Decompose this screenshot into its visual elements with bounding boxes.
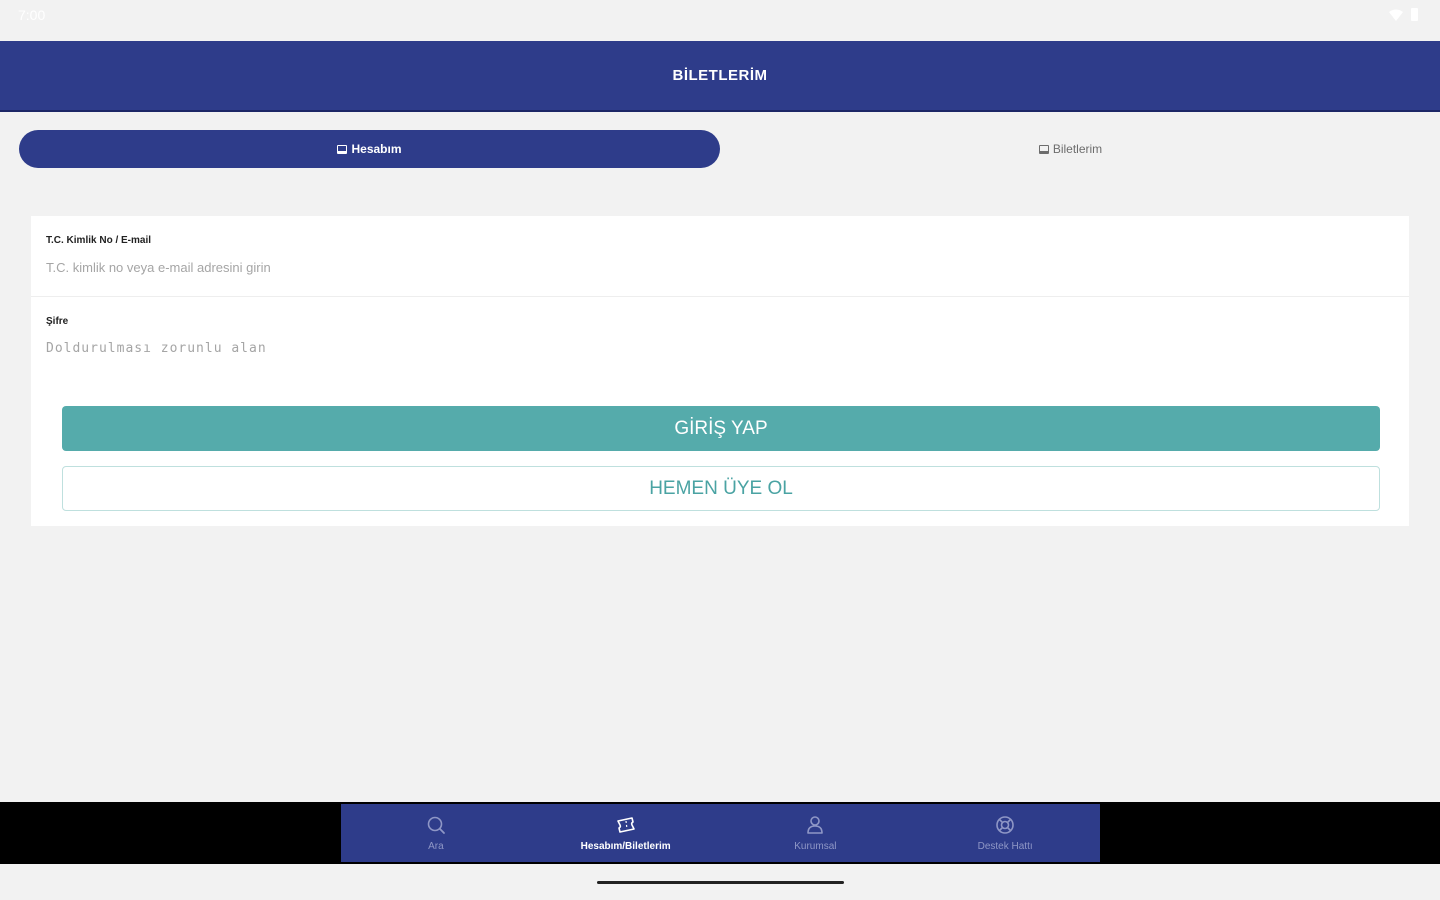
- tab-biletlerim[interactable]: Biletlerim: [720, 130, 1421, 168]
- password-input[interactable]: [46, 337, 1386, 359]
- gesture-area: [0, 864, 1440, 900]
- login-button[interactable]: GİRİŞ YAP: [62, 406, 1380, 451]
- status-icons: [1389, 8, 1418, 21]
- nav-item-hesabim-biletlerim[interactable]: Hesabım/Biletlerim: [531, 804, 721, 862]
- nav-label: Hesabım/Biletlerim: [580, 840, 671, 852]
- nav-label: Ara: [428, 840, 444, 852]
- status-bar: 7:00: [0, 0, 1440, 40]
- ticket-icon: [1038, 144, 1049, 154]
- login-form: T.C. Kimlik No / E-mail Şifre GİRİŞ YAP …: [31, 216, 1409, 526]
- tab-bar: Hesabım Biletlerim: [0, 130, 1440, 168]
- app-header: BİLETLERİM: [0, 41, 1440, 112]
- home-indicator[interactable]: [597, 881, 844, 884]
- ticket-icon: [616, 816, 635, 833]
- id-email-input[interactable]: [46, 256, 1386, 278]
- page-title: BİLETLERİM: [672, 67, 768, 84]
- wifi-icon: [1389, 9, 1403, 21]
- nav-item-kurumsal[interactable]: Kurumsal: [721, 804, 911, 862]
- register-button[interactable]: HEMEN ÜYE OL: [62, 466, 1380, 511]
- battery-icon: [1411, 8, 1418, 21]
- search-icon: [427, 816, 445, 834]
- id-field-group: T.C. Kimlik No / E-mail: [31, 216, 1409, 297]
- id-field-label: T.C. Kimlik No / E-mail: [46, 235, 152, 246]
- tab-label: Hesabım: [351, 142, 402, 156]
- nav-item-destek-hatti[interactable]: Destek Hattı: [910, 804, 1100, 862]
- person-icon: [807, 815, 824, 834]
- tab-label: Biletlerim: [1052, 142, 1103, 156]
- nav-label: Destek Hattı: [977, 840, 1033, 852]
- nav-label: Kurumsal: [794, 840, 837, 852]
- password-field-group: Şifre: [31, 297, 1409, 377]
- tab-hesabim[interactable]: Hesabım: [19, 130, 720, 168]
- status-time: 7:00: [18, 7, 46, 23]
- support-icon: [996, 815, 1014, 834]
- bottom-navigation: Ara Hesabım/Biletlerim Kurumsal Destek H…: [341, 804, 1100, 862]
- password-field-label: Şifre: [46, 316, 69, 327]
- ticket-icon: [337, 144, 348, 154]
- nav-item-ara[interactable]: Ara: [341, 804, 531, 862]
